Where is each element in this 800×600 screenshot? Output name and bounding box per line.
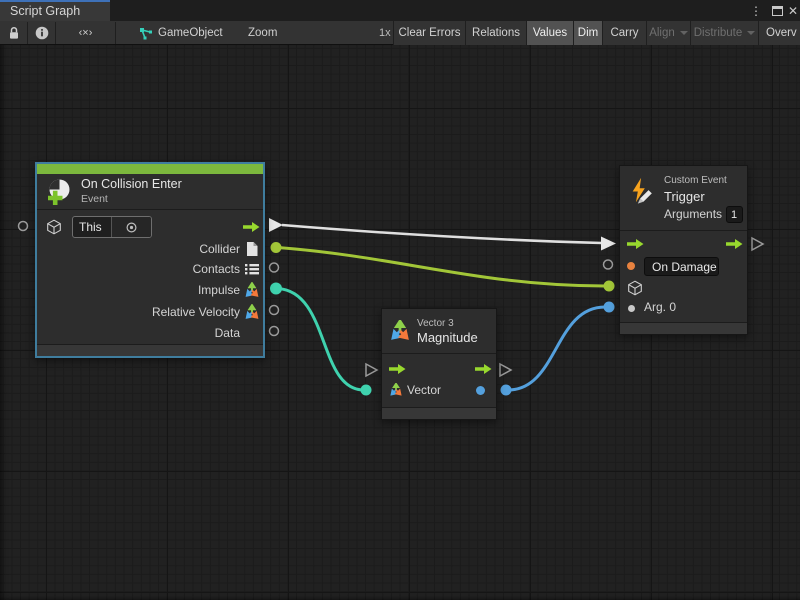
gameobject-cube-icon xyxy=(627,280,643,296)
event-name-field[interactable]: On Damage xyxy=(644,257,719,276)
port-row-vector: Vector xyxy=(389,383,441,397)
arguments-field[interactable]: 1 xyxy=(726,206,743,223)
event-color-bar xyxy=(37,164,263,174)
port-impulse-out[interactable] xyxy=(270,283,282,295)
relations-button[interactable]: Relations xyxy=(465,21,526,45)
port-this-in[interactable] xyxy=(19,222,28,231)
info-icon xyxy=(35,26,49,40)
tab-script-graph[interactable]: Script Graph xyxy=(0,0,110,21)
align-dropdown[interactable]: Align xyxy=(646,21,690,45)
vector3-icon xyxy=(389,383,403,397)
title-bar: Script Graph ⋮ ✕ xyxy=(0,0,800,21)
port-flow-out-trigger[interactable] xyxy=(752,238,763,250)
flow-out-arrow-icon[interactable] xyxy=(475,363,492,375)
port-data-out[interactable] xyxy=(270,327,279,336)
port-row-data: Data xyxy=(215,325,260,341)
port-collider-out[interactable] xyxy=(271,242,282,253)
gameobject-cube-icon xyxy=(46,219,62,235)
values-toggle[interactable]: Values xyxy=(526,21,573,45)
node-subtitle: Event xyxy=(81,193,108,205)
carry-toggle[interactable]: Carry xyxy=(602,21,646,45)
result-port-dot[interactable] xyxy=(476,386,485,395)
port-contacts-out[interactable] xyxy=(270,263,279,272)
collider-icon xyxy=(246,242,258,256)
port-flow-in-trigger[interactable] xyxy=(601,237,616,251)
inspect-button[interactable] xyxy=(28,21,55,45)
chevron-down-icon xyxy=(747,31,755,35)
clear-errors-button[interactable]: Clear Errors xyxy=(393,21,465,45)
node-footer xyxy=(382,407,496,419)
port-flow-out-magnitude[interactable] xyxy=(500,364,511,376)
node-custom-event-trigger[interactable]: Custom Event Trigger Arguments 1 On Dama… xyxy=(619,165,748,335)
dim-toggle[interactable]: Dim xyxy=(573,21,602,45)
distribute-dropdown[interactable]: Distribute xyxy=(690,21,758,45)
port-event-name-in[interactable] xyxy=(604,260,613,269)
target-field[interactable]: This xyxy=(72,216,152,238)
arguments-label: Arguments xyxy=(664,207,722,221)
port-row-arg0: Arg. 0 xyxy=(644,300,676,314)
lock-icon xyxy=(8,26,20,40)
node-footer xyxy=(620,322,747,334)
object-picker-icon[interactable] xyxy=(111,217,151,237)
node-title: On Collision Enter xyxy=(81,177,182,191)
port-row-contacts: Contacts xyxy=(193,261,260,277)
node-kicker: Vector 3 xyxy=(417,318,454,329)
port-flow-in-magnitude[interactable] xyxy=(366,364,377,376)
window-menu-icon[interactable]: ⋮ xyxy=(748,0,764,21)
gameobject-label[interactable]: GameObject xyxy=(158,21,223,45)
port-magnitude-out[interactable] xyxy=(501,385,512,396)
flow-out-arrow-icon[interactable] xyxy=(726,238,743,250)
event-name-port-dot[interactable] xyxy=(627,262,635,270)
wire-impulse-to-vector[interactable] xyxy=(278,289,364,391)
unity-script-graph-window: Script Graph ⋮ ✕ ‹×› xyxy=(0,0,800,600)
port-row-relative-velocity: Relative Velocity xyxy=(152,304,260,320)
overview-button[interactable]: Overv xyxy=(758,21,800,45)
custom-event-icon xyxy=(628,177,656,205)
flow-in-arrow-icon[interactable] xyxy=(627,238,644,250)
zoom-value: 1x xyxy=(379,21,391,45)
port-arg0-in[interactable] xyxy=(604,302,615,313)
node-title: Trigger xyxy=(664,189,705,204)
flow-in-arrow-icon[interactable] xyxy=(389,363,406,375)
node-footer xyxy=(37,344,263,356)
node-vector3-magnitude[interactable]: Vector 3 Magnitude Vector xyxy=(381,308,497,420)
wire-magnitude-to-arg0[interactable] xyxy=(508,307,605,390)
arg0-port-dot[interactable] xyxy=(628,305,635,312)
wire-flow[interactable] xyxy=(282,225,602,243)
tab-title: Script Graph xyxy=(10,4,80,18)
node-kicker: Custom Event xyxy=(664,175,727,186)
node-title: Magnitude xyxy=(417,330,478,345)
port-target-in[interactable] xyxy=(604,281,615,292)
collision-event-icon xyxy=(45,177,73,205)
vector3-icon xyxy=(389,320,411,342)
chevron-down-icon xyxy=(680,31,688,35)
close-icon[interactable]: ✕ xyxy=(786,0,800,21)
lock-button[interactable] xyxy=(0,21,27,45)
maximize-icon[interactable] xyxy=(768,0,786,21)
zoom-label: Zoom xyxy=(248,21,277,45)
vector3-icon xyxy=(244,304,260,321)
port-flow-out-collision[interactable] xyxy=(269,218,283,232)
list-icon xyxy=(245,263,259,275)
port-vector-in[interactable] xyxy=(361,385,372,396)
wire-collider-to-target[interactable] xyxy=(278,248,605,287)
flow-out-arrow-icon[interactable] xyxy=(243,221,260,233)
graph-owner-icon xyxy=(138,21,154,45)
node-on-collision-enter[interactable]: On Collision Enter Event This xyxy=(35,162,265,358)
vector3-icon xyxy=(244,282,260,299)
port-row-impulse: Impulse xyxy=(198,282,260,298)
code-view-button[interactable]: ‹×› xyxy=(56,21,115,45)
port-relative-velocity-out[interactable] xyxy=(270,306,279,315)
graph-canvas[interactable]: On Collision Enter Event This xyxy=(0,45,800,600)
port-row-collider: Collider xyxy=(199,241,260,257)
graph-toolbar: ‹×› GameObject Zoom 1x Clear Errors Rela… xyxy=(0,21,800,45)
